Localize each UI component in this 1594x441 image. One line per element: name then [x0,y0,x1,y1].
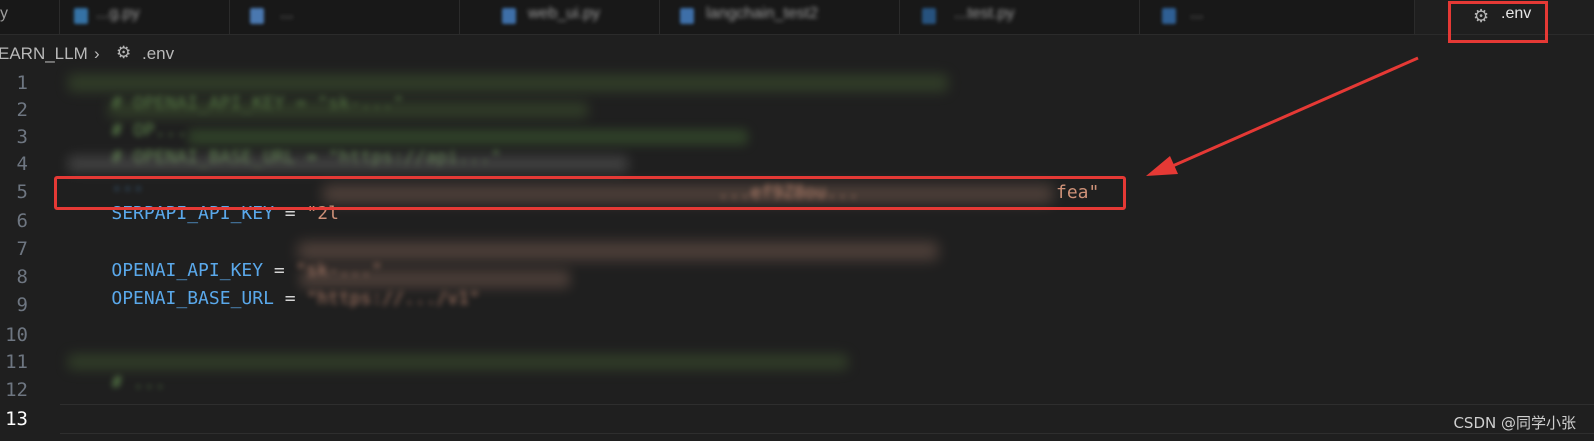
annotation-arrow [1146,56,1419,176]
arrow-head [1146,156,1178,176]
arrow-shaft [1167,56,1419,170]
watermark: CSDN @同学小张 [1453,414,1576,432]
